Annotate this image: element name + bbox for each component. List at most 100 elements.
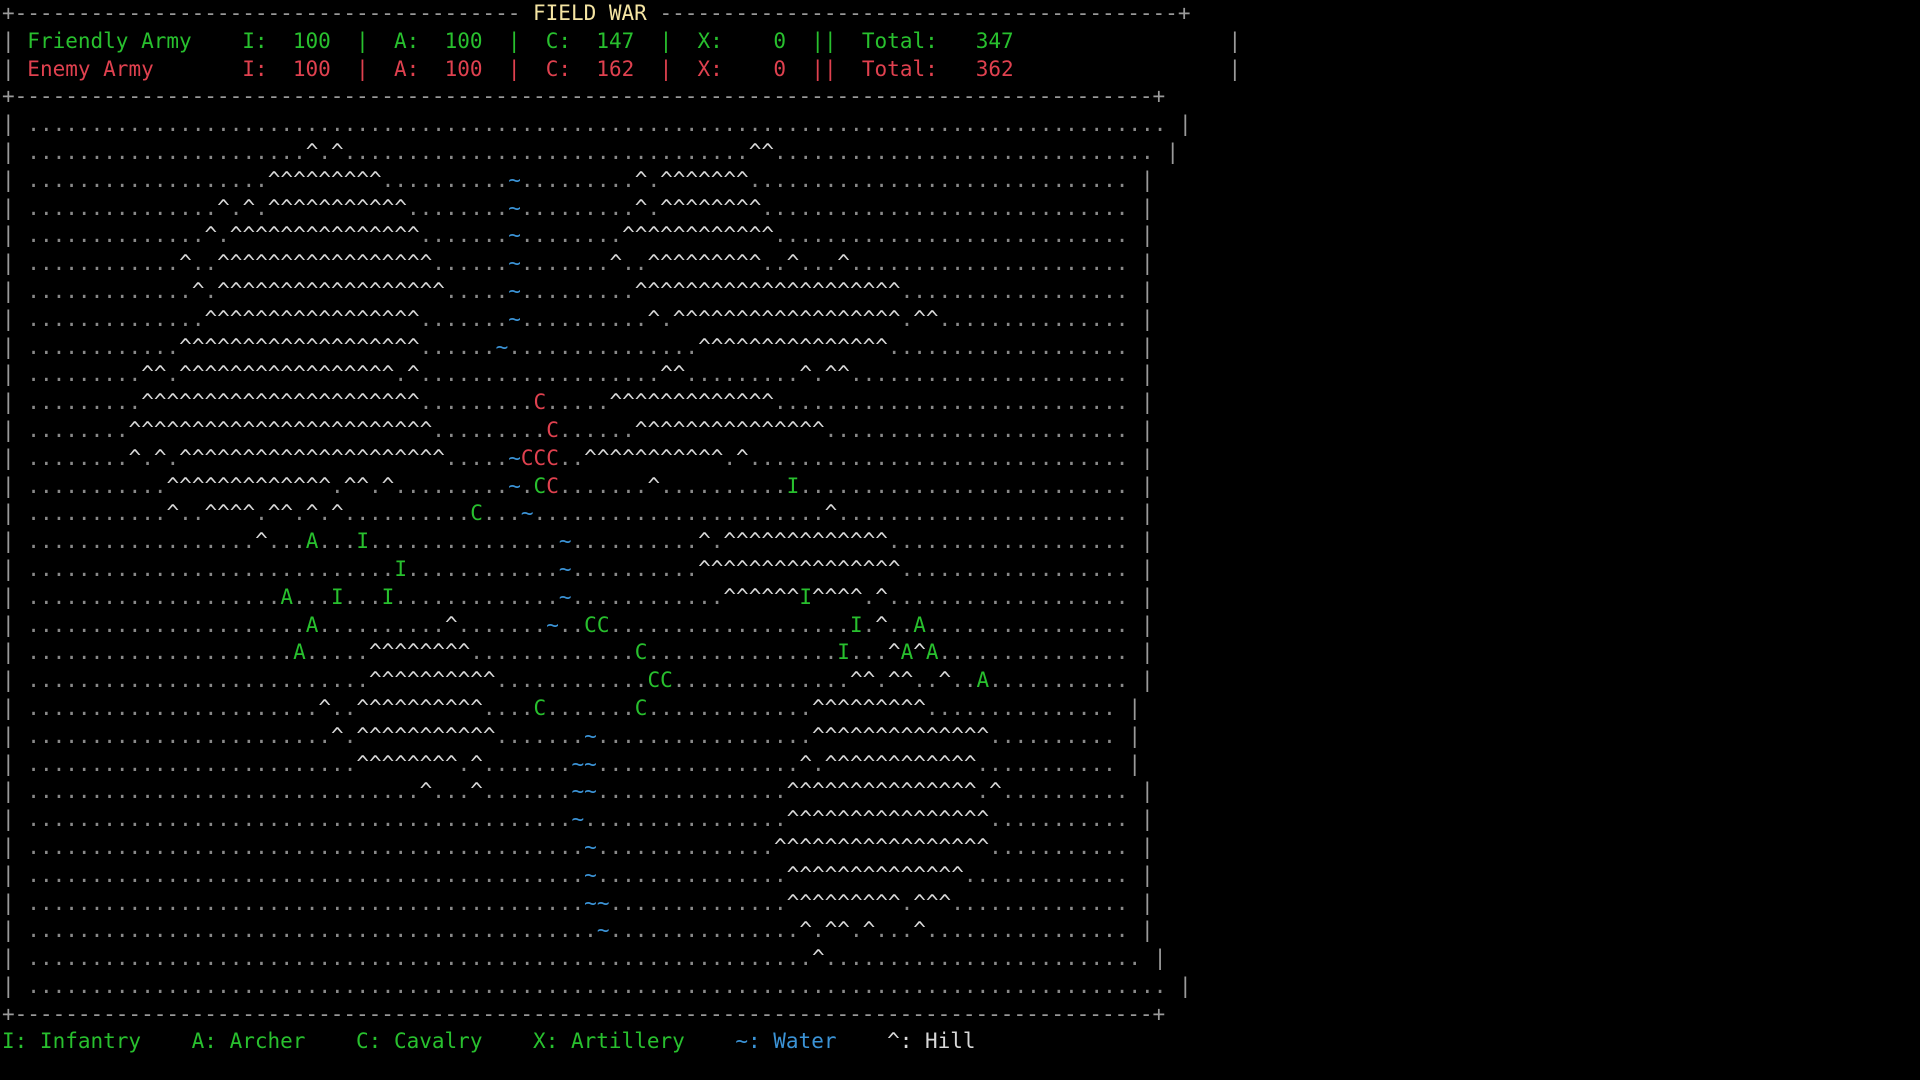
plain-cell: . [166, 807, 180, 832]
hill-cell: ^ [925, 890, 939, 915]
hill-cell: ^ [887, 807, 901, 832]
plain-cell: . [774, 195, 787, 220]
plain-cell: . [698, 501, 711, 526]
hill-cell: ^ [837, 807, 850, 832]
hill-cell: ^ [837, 918, 850, 943]
plain-cell: . [1103, 473, 1116, 498]
plain-cell: . [1052, 251, 1066, 276]
plain-cell: . [761, 946, 775, 971]
plain-cell: . [761, 668, 775, 693]
plain-cell: . [710, 584, 724, 609]
hill-cell: ^ [318, 473, 332, 498]
plain-cell: . [457, 501, 471, 526]
plain-cell: . [710, 973, 724, 998]
plain-cell: . [761, 695, 775, 720]
plain-cell: . [444, 390, 458, 415]
plain-cell: . [558, 167, 572, 192]
plain-cell: . [761, 723, 775, 748]
hill-cell: ^ [672, 251, 686, 276]
plain-cell: . [1103, 529, 1116, 554]
hill-cell: ^ [761, 556, 775, 581]
plain-cell: . [242, 890, 256, 915]
plain-cell: . [698, 362, 711, 387]
hill-cell: ^ [811, 584, 825, 609]
hill-cell: ^ [963, 751, 977, 776]
hill-cell: ^ [217, 417, 230, 442]
plain-cell: . [318, 890, 332, 915]
hill-cell: ^ [748, 251, 762, 276]
plain-cell: . [406, 807, 420, 832]
plain-cell: . [723, 112, 737, 137]
plain-cell: . [875, 167, 888, 192]
plain-cell: . [77, 640, 91, 665]
hill-cell: ^ [204, 362, 218, 387]
plain-cell: . [495, 251, 509, 276]
plain-cell: . [1039, 668, 1053, 693]
plain-cell: . [672, 973, 686, 998]
plain-cell: . [153, 751, 167, 776]
plain-cell: . [1103, 918, 1116, 943]
plain-cell: . [1153, 973, 1167, 998]
plain-cell: . [495, 695, 509, 720]
plain-cell: . [153, 612, 167, 637]
hill-cell: ^ [305, 278, 319, 303]
plain-cell: . [811, 501, 825, 526]
plain-cell: . [444, 139, 458, 164]
plain-cell: . [1103, 556, 1116, 581]
hill-cell: ^ [799, 417, 812, 442]
plain-cell: . [1027, 751, 1040, 776]
plain-cell: . [976, 167, 990, 192]
plain-cell: . [558, 223, 572, 248]
hill-cell: ^ [419, 695, 433, 720]
hill-cell: ^ [811, 695, 825, 720]
plain-cell: . [660, 584, 673, 609]
plain-cell: . [786, 946, 800, 971]
plain-cell: . [748, 807, 762, 832]
plain-cell: . [1090, 306, 1104, 331]
hill-cell: ^ [293, 417, 306, 442]
plain-cell: . [900, 362, 914, 387]
plain-cell: . [622, 556, 635, 581]
plain-cell: . [356, 973, 370, 998]
plain-cell: . [508, 834, 521, 859]
hill-cell: ^ [293, 223, 306, 248]
plain-cell: . [647, 529, 661, 554]
hill-cell: ^ [660, 390, 673, 415]
plain-cell: . [698, 668, 711, 693]
plain-cell: . [27, 362, 40, 387]
plain-cell: . [1090, 862, 1104, 887]
plain-cell: . [229, 112, 243, 137]
plain-cell: . [1077, 390, 1091, 415]
plain-cell: . [558, 306, 572, 331]
plain-cell: . [495, 668, 509, 693]
plain-cell: . [406, 918, 420, 943]
enemy-cavalry-unit: C [546, 417, 559, 442]
plain-cell: . [976, 946, 990, 971]
plain-cell: . [508, 501, 521, 526]
plain-cell: . [77, 390, 91, 415]
plain-cell: . [1065, 306, 1078, 331]
plain-cell: . [963, 695, 977, 720]
plain-cell: . [963, 278, 977, 303]
hill-cell: ^ [293, 473, 306, 498]
plain-cell: . [115, 556, 129, 581]
plain-cell: . [255, 695, 268, 720]
plain-cell: . [141, 862, 154, 887]
plain-cell: . [849, 195, 863, 220]
plain-cell: . [938, 167, 952, 192]
plain-cell: . [482, 556, 496, 581]
plain-cell: . [444, 417, 458, 442]
plain-cell: . [1014, 918, 1028, 943]
hill-cell: ^ [710, 251, 724, 276]
plain-cell: . [508, 807, 521, 832]
hill-cell: ^ [799, 306, 812, 331]
plain-cell: . [242, 834, 256, 859]
plain-cell: . [153, 556, 167, 581]
plain-cell: . [1014, 445, 1028, 470]
plain-cell: . [748, 834, 762, 859]
plain-cell: . [27, 501, 40, 526]
plain-cell: . [609, 167, 623, 192]
hill-cell: ^ [647, 251, 661, 276]
plain-cell: . [951, 668, 964, 693]
plain-cell: . [27, 473, 40, 498]
